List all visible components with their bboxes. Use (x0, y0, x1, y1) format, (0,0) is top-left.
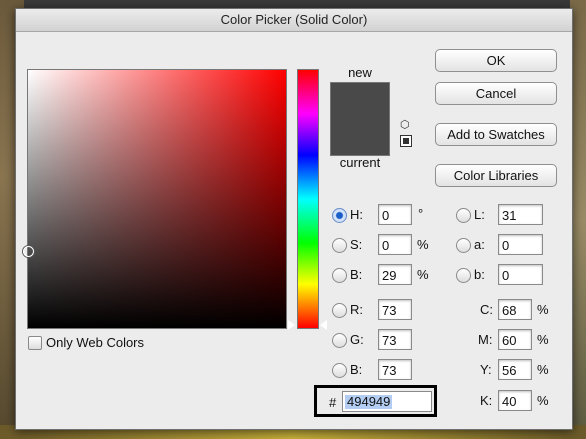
cube-icon[interactable]: ⬡ (400, 119, 412, 131)
blue-radio[interactable] (332, 363, 347, 378)
hex-prefix: # (329, 395, 337, 410)
black-input[interactable]: 40 (498, 390, 532, 411)
hue-slider[interactable] (297, 69, 319, 329)
lab-a-input[interactable]: 0 (498, 234, 543, 255)
cancel-button[interactable]: Cancel (435, 82, 557, 105)
brightness-input[interactable]: 29 (378, 264, 412, 285)
color-swatch (330, 82, 390, 156)
red-radio[interactable] (332, 303, 347, 318)
hex-input[interactable]: 494949 (342, 391, 432, 412)
only-web-colors-checkbox[interactable] (28, 336, 42, 350)
cyan-input[interactable]: 68 (498, 299, 532, 320)
lab-l-input[interactable]: 31 (498, 204, 543, 225)
green-radio[interactable] (332, 333, 347, 348)
saturation-brightness-field[interactable] (27, 69, 287, 329)
lab-b-radio[interactable] (456, 268, 471, 283)
hue-input[interactable]: 0 (378, 204, 412, 225)
green-label: G: (350, 332, 364, 347)
yellow-unit: % (537, 362, 549, 377)
lab-a-label: a: (474, 237, 485, 252)
current-label: current (339, 155, 381, 170)
brightness-unit: % (417, 267, 429, 282)
hex-value: 494949 (345, 394, 393, 409)
yellow-input[interactable]: 56 (498, 359, 532, 380)
brightness-radio[interactable] (332, 268, 347, 283)
black-label: K: (480, 393, 493, 408)
magenta-label: M: (478, 332, 493, 347)
hue-slider-arrow-left[interactable] (288, 320, 295, 330)
new-label: new (348, 65, 372, 80)
web-safe-square-icon[interactable] (400, 135, 412, 147)
hue-radio[interactable] (332, 208, 347, 223)
black-unit: % (537, 393, 549, 408)
magenta-input[interactable]: 60 (498, 329, 532, 350)
saturation-radio[interactable] (332, 238, 347, 253)
new-color-swatch (331, 83, 389, 119)
saturation-input[interactable]: 0 (378, 234, 412, 255)
green-input[interactable]: 73 (378, 329, 412, 350)
cyan-label: C: (480, 302, 493, 317)
window-title: Color Picker (Solid Color) (16, 9, 572, 32)
hue-label: H: (350, 207, 363, 222)
current-color-swatch[interactable] (331, 119, 389, 155)
lab-a-radio[interactable] (456, 238, 471, 253)
color-field-marker[interactable] (23, 246, 34, 257)
yellow-label: Y: (480, 362, 492, 377)
magenta-unit: % (537, 332, 549, 347)
lab-l-radio[interactable] (456, 208, 471, 223)
lab-b-input[interactable]: 0 (498, 264, 543, 285)
color-picker-dialog: Color Picker (Solid Color) Only Web Colo… (15, 8, 573, 430)
hue-unit: ° (418, 206, 424, 221)
red-input[interactable]: 73 (378, 299, 412, 320)
blue-input[interactable]: 73 (378, 359, 412, 380)
saturation-label: S: (350, 237, 363, 252)
blue-label: B: (350, 362, 363, 377)
lab-b-label: b: (474, 267, 485, 282)
only-web-colors-label: Only Web Colors (46, 335, 145, 350)
color-libraries-button[interactable]: Color Libraries (435, 164, 557, 187)
brightness-label: B: (350, 267, 363, 282)
saturation-unit: % (417, 237, 429, 252)
add-to-swatches-button[interactable]: Add to Swatches (435, 123, 557, 146)
cyan-unit: % (537, 302, 549, 317)
ok-button[interactable]: OK (435, 49, 557, 72)
lab-l-label: L: (474, 207, 485, 222)
red-label: R: (350, 302, 363, 317)
hue-slider-arrow-right[interactable] (320, 320, 327, 330)
